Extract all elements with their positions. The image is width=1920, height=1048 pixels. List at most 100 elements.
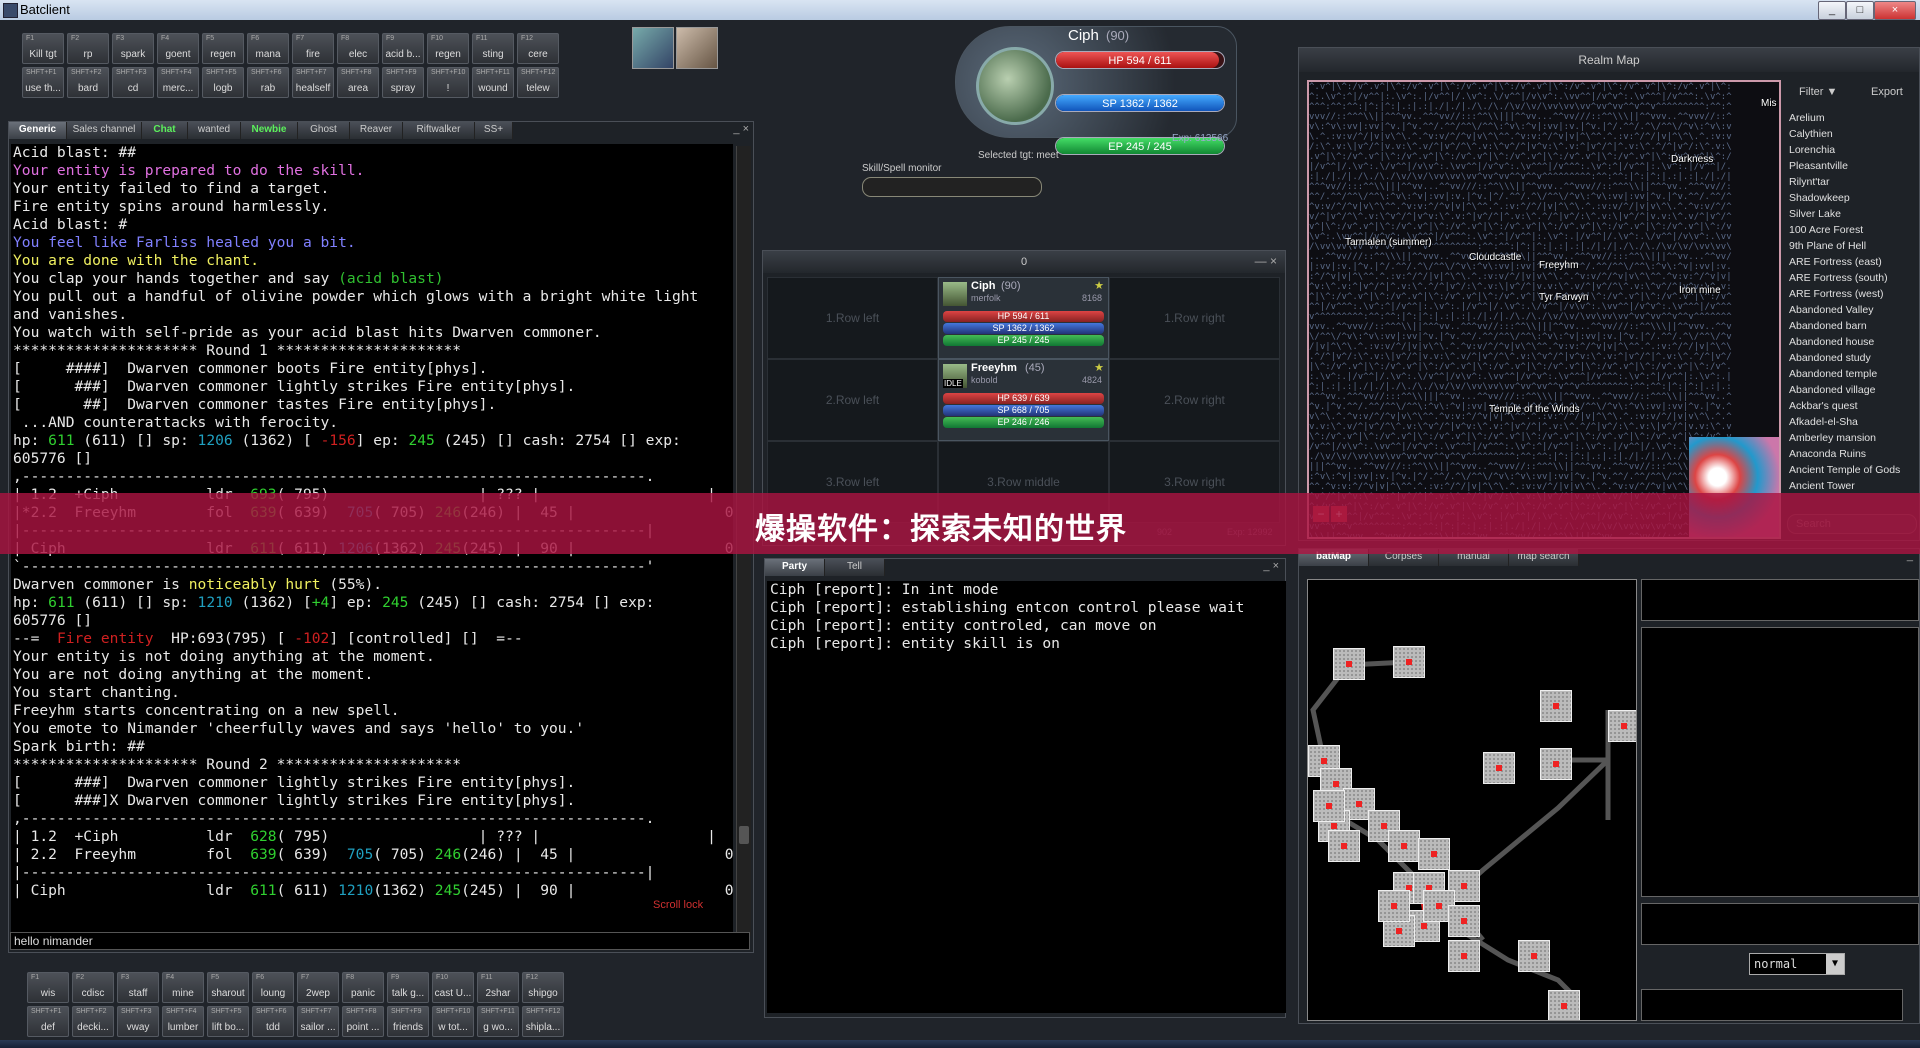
batmap-room[interactable] xyxy=(1548,990,1580,1020)
party-tell-controls[interactable]: _ × xyxy=(1263,560,1279,572)
macro-button[interactable]: SHFT+F11 g wo... xyxy=(477,1006,519,1037)
macro-button[interactable]: SHFT+F2 decki... xyxy=(72,1006,114,1037)
location-list-item[interactable]: 9th Plane of Hell xyxy=(1789,238,1917,254)
party-slot-empty[interactable]: 2.Row left xyxy=(767,359,938,441)
macro-button[interactable]: SHFT+F4 lumber xyxy=(162,1006,204,1037)
location-list-item[interactable]: Silver Lake xyxy=(1789,206,1917,222)
quick-icon-1[interactable] xyxy=(632,27,674,69)
batmap-mode-select[interactable]: normal ▼ xyxy=(1749,953,1845,975)
batmap-view[interactable] xyxy=(1307,579,1637,1021)
location-list-item[interactable]: Ancient Tower xyxy=(1789,478,1917,494)
macro-button[interactable]: SHFT+F2 bard xyxy=(67,67,109,98)
quick-icon-2[interactable] xyxy=(676,27,718,69)
macro-button[interactable]: SHFT+F9 spray xyxy=(382,67,424,98)
location-list-item[interactable]: Shadowkeep xyxy=(1789,190,1917,206)
panel-controls[interactable]: _ × xyxy=(733,123,749,135)
location-list-item[interactable]: Amberley mansion xyxy=(1789,430,1917,446)
tab-reaver[interactable]: Reaver xyxy=(350,122,403,139)
tab-sales-channel[interactable]: Sales channel xyxy=(67,122,142,139)
macro-button[interactable]: F3 staff xyxy=(117,972,159,1003)
tab-riftwalker[interactable]: Riftwalker xyxy=(403,122,475,139)
macro-button[interactable]: SHFT+F3 cd xyxy=(112,67,154,98)
macro-button[interactable]: SHFT+F10 w tot... xyxy=(432,1006,474,1037)
location-list-item[interactable]: Abandoned village xyxy=(1789,382,1917,398)
location-list-item[interactable]: Abandoned study xyxy=(1789,350,1917,366)
batmap-room[interactable] xyxy=(1448,905,1480,937)
scrollbar-thumb[interactable] xyxy=(739,826,749,844)
batmap-room[interactable] xyxy=(1418,838,1450,870)
party-controls[interactable]: — × xyxy=(1255,254,1277,268)
macro-button[interactable]: SHFT+F11 wound xyxy=(472,67,514,98)
location-list-item[interactable]: Afkadel-el-Sha xyxy=(1789,414,1917,430)
party-member-card[interactable]: Ciph (90) merfolk 8168 ★ HP 594 / 611 SP 1362 … xyxy=(938,277,1109,359)
location-list-item[interactable]: Anaconda Ruins xyxy=(1789,446,1917,462)
location-list-item[interactable]: Abandoned house xyxy=(1789,334,1917,350)
macro-button[interactable]: F4 goent xyxy=(157,33,199,64)
macro-button[interactable]: SHFT+F6 rab xyxy=(247,67,289,98)
minimize-button[interactable]: _ xyxy=(1818,1,1846,20)
macro-button[interactable]: F6 loung xyxy=(252,972,294,1003)
macro-button[interactable]: F5 regen xyxy=(202,33,244,64)
location-list-item[interactable]: Pleasantville xyxy=(1789,158,1917,174)
batmap-room[interactable] xyxy=(1540,690,1572,722)
batmap-room[interactable] xyxy=(1328,830,1360,862)
batmap-room[interactable] xyxy=(1540,748,1572,780)
close-button[interactable]: × xyxy=(1874,1,1916,20)
location-list-item[interactable]: Ackbar's quest xyxy=(1789,398,1917,414)
macro-button[interactable]: F10 regen xyxy=(427,33,469,64)
tab-ghost[interactable]: Ghost xyxy=(298,122,350,139)
batmap-room[interactable] xyxy=(1608,710,1636,742)
macro-button[interactable]: SHFT+F9 friends xyxy=(387,1006,429,1037)
batmap-room[interactable] xyxy=(1333,648,1365,680)
macro-button[interactable]: F9 talk g... xyxy=(387,972,429,1003)
location-list-item[interactable]: Abandoned Valley xyxy=(1789,302,1917,318)
macro-button[interactable]: F5 sharout xyxy=(207,972,249,1003)
macro-button[interactable]: F8 panic xyxy=(342,972,384,1003)
tab-wanted[interactable]: wanted xyxy=(188,122,241,139)
map-label[interactable]: Freeyhm xyxy=(1539,260,1578,271)
macro-button[interactable]: F2 rp xyxy=(67,33,109,64)
tab-generic[interactable]: Generic xyxy=(9,122,67,139)
macro-button[interactable]: SHFT+F10! xyxy=(427,67,469,98)
location-list-item[interactable]: Arelium xyxy=(1789,110,1917,126)
batmap-notes[interactable] xyxy=(1641,989,1903,1021)
batmap-room[interactable] xyxy=(1388,830,1420,862)
batmap-room[interactable] xyxy=(1378,890,1410,922)
maximize-button[interactable]: □ xyxy=(1846,1,1874,20)
macro-button[interactable]: F3 spark xyxy=(112,33,154,64)
map-label[interactable]: Tyr Farwyn xyxy=(1539,292,1588,303)
macro-button[interactable]: SHFT+F12 telew xyxy=(517,67,559,98)
macro-button[interactable]: F12 cere xyxy=(517,33,559,64)
macro-button[interactable]: F11 sting xyxy=(472,33,514,64)
macro-button[interactable]: SHFT+F5 logb xyxy=(202,67,244,98)
map-label[interactable]: Darkness xyxy=(1671,154,1713,165)
location-list-item[interactable]: ARE Fortress (east) xyxy=(1789,254,1917,270)
macro-button[interactable]: F12 shipgo xyxy=(522,972,564,1003)
location-list-item[interactable]: 100 Acre Forest xyxy=(1789,222,1917,238)
location-list-item[interactable]: Calythien xyxy=(1789,126,1917,142)
location-list-item[interactable]: Abandoned temple xyxy=(1789,366,1917,382)
macro-button[interactable]: F7 2wep xyxy=(297,972,339,1003)
location-list-item[interactable]: ARE Fortress (south) xyxy=(1789,270,1917,286)
batmap-room[interactable] xyxy=(1483,752,1515,784)
macro-button[interactable]: SHFT+F1 use th... xyxy=(22,67,64,98)
chevron-down-icon[interactable]: ▼ xyxy=(1826,954,1844,974)
tab-tell[interactable]: Tell xyxy=(825,559,885,576)
macro-button[interactable]: SHFT+F5 lift bo... xyxy=(207,1006,249,1037)
macro-button[interactable]: F2 cdisc xyxy=(72,972,114,1003)
macro-button[interactable]: SHFT+F1 def xyxy=(27,1006,69,1037)
party-slot-empty[interactable]: 2.Row right xyxy=(1109,359,1280,441)
map-label[interactable]: Mis xyxy=(1761,98,1777,109)
map-label[interactable]: Temple of the Winds xyxy=(1489,404,1580,415)
macro-button[interactable]: F4 mine xyxy=(162,972,204,1003)
macro-button[interactable]: SHFT+F8 point ... xyxy=(342,1006,384,1037)
map-label[interactable]: Iron mine xyxy=(1679,285,1721,296)
party-slot-empty[interactable]: 1.Row right xyxy=(1109,277,1280,359)
batmap-room[interactable] xyxy=(1518,940,1550,972)
macro-button[interactable]: F8 elec xyxy=(337,33,379,64)
macro-button[interactable]: F11 2shar xyxy=(477,972,519,1003)
tab-chat[interactable]: Chat xyxy=(142,122,188,139)
filter-dropdown[interactable]: Filter ▼ xyxy=(1799,86,1837,98)
batmap-room[interactable] xyxy=(1313,790,1345,822)
location-list-item[interactable]: Rilynt'tar xyxy=(1789,174,1917,190)
